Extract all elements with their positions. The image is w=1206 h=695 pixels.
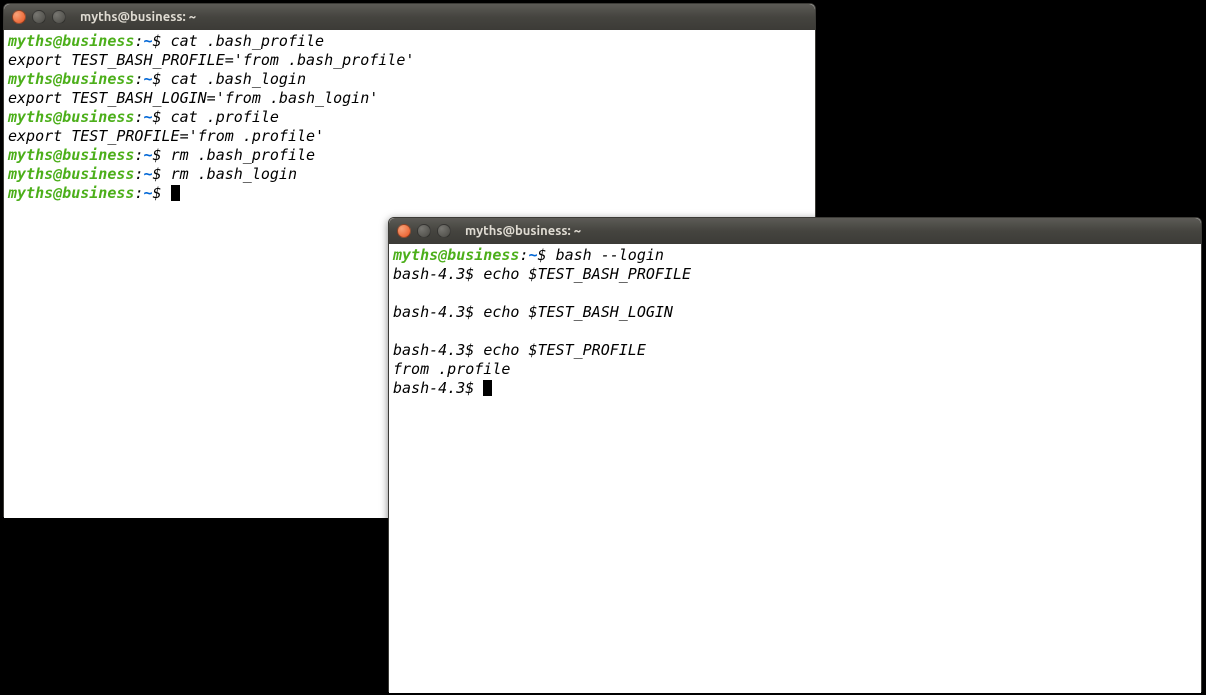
close-icon[interactable] bbox=[397, 224, 411, 238]
command-text: echo $TEST_PROFILE bbox=[483, 341, 646, 359]
window-title: myths@business: ~ bbox=[465, 224, 581, 238]
prompt-path: ~ bbox=[143, 108, 152, 126]
terminal-line: export TEST_PROFILE='from .profile' bbox=[8, 127, 811, 146]
output-text: from .profile bbox=[393, 360, 510, 378]
command-text: rm .bash_profile bbox=[171, 146, 316, 164]
terminal-line: export TEST_BASH_PROFILE='from .bash_pro… bbox=[8, 51, 811, 70]
prompt-symbol: $ bbox=[153, 146, 171, 164]
command-text: echo $TEST_BASH_LOGIN bbox=[483, 303, 673, 321]
terminal-line: bash-4.3$ bbox=[393, 379, 1197, 398]
terminal-line: myths@business:~$ cat .bash_login bbox=[8, 70, 811, 89]
terminal-line: from .profile bbox=[393, 360, 1197, 379]
cursor-icon bbox=[171, 185, 180, 201]
prompt-user: myths@business bbox=[8, 146, 134, 164]
bash-prompt: bash-4.3$ bbox=[393, 303, 483, 321]
prompt-symbol: $ bbox=[538, 246, 556, 264]
command-text: echo $TEST_BASH_PROFILE bbox=[483, 265, 691, 283]
output-text: export TEST_BASH_PROFILE='from .bash_pro… bbox=[8, 51, 414, 69]
terminal-line: myths@business:~$ bash --login bbox=[393, 246, 1197, 265]
maximize-icon[interactable] bbox=[52, 10, 66, 24]
prompt-path: ~ bbox=[143, 184, 152, 202]
terminal-line: myths@business:~$ rm .bash_login bbox=[8, 165, 811, 184]
prompt-path: ~ bbox=[143, 146, 152, 164]
command-text: cat .bash_profile bbox=[171, 32, 325, 50]
prompt-symbol: $ bbox=[153, 184, 171, 202]
bash-prompt: bash-4.3$ bbox=[393, 265, 483, 283]
prompt-symbol: $ bbox=[153, 165, 171, 183]
terminal-line bbox=[393, 284, 1197, 303]
titlebar[interactable]: myths@business: ~ bbox=[389, 218, 1201, 244]
prompt-symbol: $ bbox=[153, 70, 171, 88]
terminal-line bbox=[393, 322, 1197, 341]
prompt-user: myths@business bbox=[8, 108, 134, 126]
output-text: export TEST_BASH_LOGIN='from .bash_login… bbox=[8, 89, 378, 107]
terminal-line: myths@business:~$ bbox=[8, 184, 811, 203]
output-text: export TEST_PROFILE='from .profile' bbox=[8, 127, 324, 145]
command-text: cat .bash_login bbox=[171, 70, 306, 88]
terminal-window-2[interactable]: myths@business: ~ myths@business:~$ bash… bbox=[388, 217, 1202, 692]
prompt-user: myths@business bbox=[8, 165, 134, 183]
window-title: myths@business: ~ bbox=[80, 10, 196, 24]
command-text: bash --login bbox=[556, 246, 664, 264]
prompt-user: myths@business bbox=[8, 70, 134, 88]
terminal-line: myths@business:~$ rm .bash_profile bbox=[8, 146, 811, 165]
prompt-user: myths@business bbox=[8, 184, 134, 202]
command-text: rm .bash_login bbox=[171, 165, 297, 183]
prompt-path: ~ bbox=[528, 246, 537, 264]
prompt-user: myths@business bbox=[393, 246, 519, 264]
titlebar[interactable]: myths@business: ~ bbox=[4, 4, 815, 30]
cursor-icon bbox=[483, 380, 492, 396]
prompt-symbol: $ bbox=[153, 32, 171, 50]
bash-prompt: bash-4.3$ bbox=[393, 341, 483, 359]
bash-prompt: bash-4.3$ bbox=[393, 379, 483, 397]
minimize-icon[interactable] bbox=[32, 10, 46, 24]
terminal-line: myths@business:~$ cat .bash_profile bbox=[8, 32, 811, 51]
output-text bbox=[393, 284, 402, 302]
minimize-icon[interactable] bbox=[417, 224, 431, 238]
command-text: cat .profile bbox=[171, 108, 279, 126]
maximize-icon[interactable] bbox=[437, 224, 451, 238]
terminal-line: bash-4.3$ echo $TEST_BASH_LOGIN bbox=[393, 303, 1197, 322]
prompt-symbol: $ bbox=[153, 108, 171, 126]
prompt-path: ~ bbox=[143, 70, 152, 88]
prompt-path: ~ bbox=[143, 165, 152, 183]
close-icon[interactable] bbox=[12, 10, 26, 24]
terminal-body[interactable]: myths@business:~$ bash --loginbash-4.3$ … bbox=[389, 244, 1201, 693]
prompt-user: myths@business bbox=[8, 32, 134, 50]
terminal-line: export TEST_BASH_LOGIN='from .bash_login… bbox=[8, 89, 811, 108]
terminal-line: myths@business:~$ cat .profile bbox=[8, 108, 811, 127]
prompt-path: ~ bbox=[143, 32, 152, 50]
output-text bbox=[393, 322, 402, 340]
terminal-line: bash-4.3$ echo $TEST_BASH_PROFILE bbox=[393, 265, 1197, 284]
terminal-line: bash-4.3$ echo $TEST_PROFILE bbox=[393, 341, 1197, 360]
